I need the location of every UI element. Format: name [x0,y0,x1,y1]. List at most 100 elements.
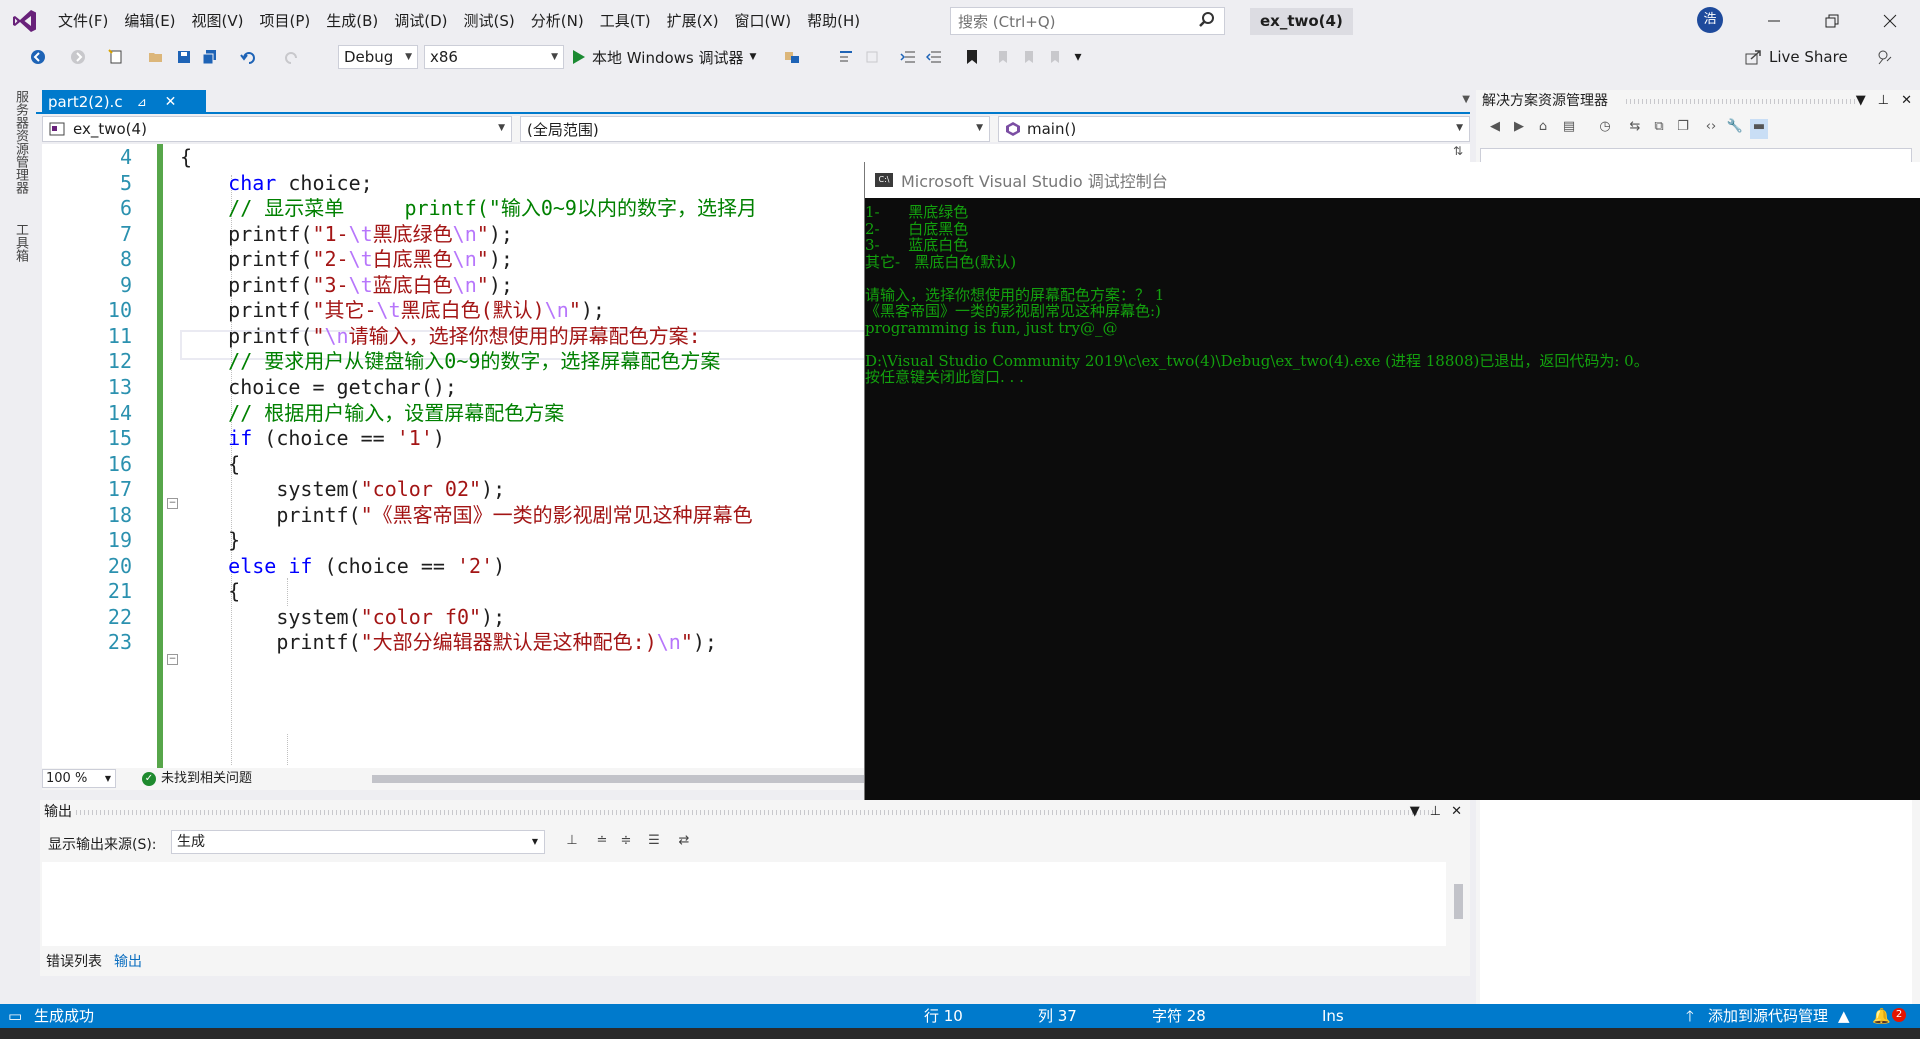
scope-dropdown[interactable]: (全局范围) ▼ [520,116,990,142]
close-window-button[interactable] [1861,0,1919,42]
output-source-select[interactable]: 生成 ▼ [171,830,545,854]
menu-window[interactable]: 窗口(W) [727,0,800,42]
collapse-icon[interactable]: − [167,654,178,665]
minimize-button[interactable] [1745,0,1803,42]
close-tab-icon[interactable]: ✕ [165,94,177,110]
pending-changes-icon[interactable]: ◷ [1596,119,1614,139]
notifications-icon[interactable]: 🔔 [1872,1004,1891,1028]
debug-console-window[interactable]: C:\ Microsoft Visual Studio 调试控制台 1- 黑底绿… [864,162,1920,800]
navigate-back-icon[interactable] [28,47,48,67]
menu-file[interactable]: 文件(F) [50,0,116,42]
indent-icon[interactable] [898,47,918,67]
horizontal-scrollbar[interactable] [372,775,892,783]
menu-debug[interactable]: 调试(D) [386,0,455,42]
collapse-all-icon[interactable]: ⧉ [1650,119,1668,139]
navigation-bar: ex_two(4) ▼ (全局范围) ▼ main() ▼ [42,116,1470,142]
previous-message-icon[interactable]: ≐ [592,833,612,853]
window-position-icon[interactable]: ▼ [1410,800,1420,824]
outdent-icon[interactable] [924,47,944,67]
tab-overflow-icon[interactable]: ▼ [1462,94,1470,105]
tab-error-list[interactable]: 错误列表 [40,950,108,974]
split-editor-icon[interactable]: ⇅ [1448,144,1468,164]
drag-grip[interactable] [76,810,1436,815]
live-share-button[interactable]: Live Share [1745,45,1848,69]
bookmark-icon[interactable] [962,47,982,67]
view-code-icon[interactable]: ‹› [1702,119,1720,139]
menu-edit[interactable]: 编辑(E) [116,0,183,42]
tab-output[interactable]: 输出 [108,950,148,974]
previous-bookmark-icon[interactable] [992,47,1012,67]
scrollbar-thumb[interactable] [1454,884,1463,919]
open-folder-icon[interactable] [146,47,166,67]
start-debugging-button[interactable]: 本地 Windows 调试器 ▼ [572,45,756,69]
menu-build[interactable]: 生成(B) [318,0,386,42]
restore-button[interactable] [1803,0,1861,42]
save-icon[interactable] [174,47,194,67]
chevron-up-icon[interactable]: ▲ [1838,1004,1850,1028]
line-number[interactable]: 行 10 [924,1004,963,1028]
clear-bookmarks-icon[interactable] [1044,47,1064,67]
next-bookmark-icon[interactable] [1018,47,1038,67]
tab-part2-c[interactable]: part2(2).c ⊿ ✕ [42,90,206,114]
preview-selected-icon[interactable]: ▬ [1750,119,1768,139]
clear-all-icon[interactable]: ☰ [644,833,664,853]
output-text-area[interactable] [42,862,1446,946]
code-text: { [180,145,193,169]
feedback-icon[interactable] [1875,47,1895,67]
forward-icon[interactable]: ▶ [1510,119,1528,139]
zoom-select[interactable]: 100 % ▼ [42,769,116,788]
menu-analyze[interactable]: 分析(N) [523,0,592,42]
pin-icon[interactable]: ⊿ [137,95,147,109]
add-to-source-control[interactable]: 添加到源代码管理 [1708,1004,1828,1028]
toolbox-tab[interactable]: 工具箱 [10,223,30,262]
drag-grip[interactable] [1626,99,1856,104]
char-number[interactable]: 字符 28 [1152,1004,1206,1028]
show-all-files-icon[interactable]: ❐ [1674,119,1692,139]
next-message-icon[interactable]: ≑ [616,833,636,853]
toolbar-overflow-icon[interactable]: ▾ [1068,47,1088,67]
menu-bar: 文件(F) 编辑(E) 视图(V) 项目(P) 生成(B) 调试(D) 测试(S… [50,0,868,42]
step-into-icon[interactable] [836,47,856,67]
column-number[interactable]: 列 37 [1038,1004,1077,1028]
close-icon[interactable]: ✕ [1451,800,1462,824]
solution-configuration-select[interactable]: Debug ▼ [338,45,418,69]
insert-mode[interactable]: Ins [1322,1004,1344,1028]
collapse-icon[interactable]: − [167,498,178,509]
console-title-bar[interactable]: C:\ Microsoft Visual Studio 调试控制台 [865,162,1920,198]
sync-icon[interactable]: ⇆ [1626,119,1644,139]
member-dropdown[interactable]: main() ▼ [998,116,1470,142]
navigate-forward-icon[interactable] [68,47,88,67]
server-explorer-tab[interactable]: 服务器资源管理器 [10,90,30,194]
search-icon[interactable] [1198,11,1216,33]
menu-test[interactable]: 测试(S) [456,0,523,42]
menu-view[interactable]: 视图(V) [184,0,252,42]
menu-project[interactable]: 项目(P) [252,0,319,42]
output-vertical-scrollbar[interactable] [1448,862,1468,946]
close-icon[interactable]: ✕ [1901,90,1912,112]
console-line: 按任意键关闭此窗口. . . [865,368,1024,386]
back-icon[interactable]: ◀ [1486,119,1504,139]
save-all-icon[interactable] [200,47,220,67]
chevron-down-icon[interactable]: ▼ [750,52,757,62]
menu-help[interactable]: 帮助(H) [799,0,868,42]
browser-link-icon[interactable] [782,47,802,67]
menu-extensions[interactable]: 扩展(X) [659,0,727,42]
solution-platform-select[interactable]: x86 ▼ [424,45,564,69]
new-project-icon[interactable] [106,47,126,67]
search-input[interactable]: 搜索 (Ctrl+Q) [950,7,1225,35]
properties-icon[interactable]: 🔧 [1726,119,1744,139]
find-message-icon[interactable]: ⊥ [562,833,582,853]
redo-icon[interactable] [282,47,302,67]
window-position-icon[interactable]: ▼ [1856,90,1866,112]
user-avatar[interactable]: 浩 [1697,7,1723,33]
project-dropdown[interactable]: ex_two(4) ▼ [42,116,512,142]
pin-icon[interactable]: ⊥ [1430,800,1441,824]
switch-views-icon[interactable]: ▤ [1560,119,1578,139]
home-icon[interactable]: ⌂ [1534,119,1552,139]
word-wrap-icon[interactable]: ⇄ [674,833,694,853]
menu-tools[interactable]: 工具(T) [592,0,659,42]
pin-icon[interactable]: ⊥ [1878,90,1889,112]
step-over-icon[interactable] [862,47,882,67]
issues-indicator[interactable]: ✓ 未找到相关问题 [142,768,252,790]
undo-icon[interactable] [238,47,258,67]
